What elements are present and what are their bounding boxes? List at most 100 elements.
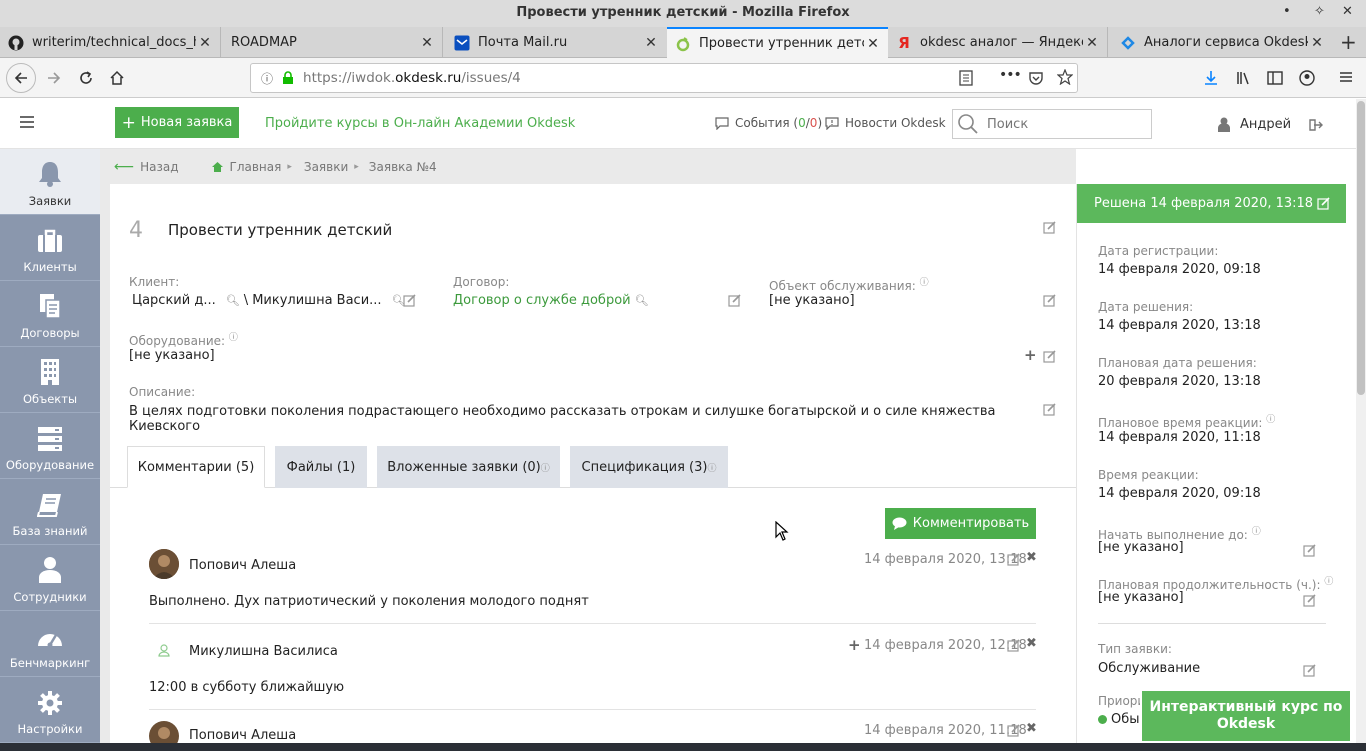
field-label: Плановая дата решения:	[1098, 356, 1257, 370]
hamburger-icon[interactable]	[19, 115, 35, 129]
academy-link[interactable]: Пройдите курсы в Он-лайн Академии Okdesk	[265, 116, 575, 131]
comment-author[interactable]: Попович Алеша	[189, 558, 296, 573]
new-tab-button[interactable]: +	[1340, 30, 1357, 54]
edit-icon[interactable]	[1043, 294, 1056, 307]
edit-icon[interactable]	[1007, 553, 1020, 566]
close-tab-icon[interactable]: ✕	[864, 36, 882, 52]
sidebar-toggle-icon[interactable]	[1267, 70, 1283, 86]
sidebar-item-benchmarking[interactable]: Бенчмаркинг	[0, 611, 100, 677]
pocket-icon[interactable]	[1028, 70, 1044, 86]
sidebar-item-equipment[interactable]: Оборудование	[0, 413, 100, 479]
sidebar-item-settings[interactable]: Настройки	[0, 677, 100, 743]
breadcrumb-home[interactable]: Главная	[230, 160, 282, 174]
menu-icon[interactable]	[1338, 69, 1354, 85]
client-value: Царский д... 🔍︎ \ Микулишна Васи... 🔍︎	[132, 293, 406, 308]
events-link[interactable]: События (0/0)	[715, 116, 822, 130]
edit-icon[interactable]	[1303, 664, 1316, 677]
search-box[interactable]	[952, 109, 1152, 139]
edit-icon[interactable]	[1303, 594, 1316, 607]
comment-author[interactable]: Попович Алеша	[189, 728, 296, 743]
breadcrumb-tickets[interactable]: Заявки	[304, 160, 348, 174]
close-tab-icon[interactable]: ✕	[1083, 35, 1101, 51]
zoom-icon[interactable]: 🔍︎	[226, 294, 240, 307]
user-menu[interactable]: Андрей	[1218, 117, 1324, 132]
search-input[interactable]	[987, 116, 1137, 132]
edit-icon[interactable]	[1043, 403, 1056, 416]
sidebar-item-tickets[interactable]: Заявки	[0, 149, 100, 215]
tab-specification[interactable]: Спецификация (3) ⓘ	[570, 446, 728, 488]
address-bar[interactable]: ⓘ https://iwdok.okdesk.ru/issues/4 •••	[250, 63, 1078, 93]
sidebar-item-objects[interactable]: Объекты	[0, 347, 100, 413]
field-label: Время реакции:	[1098, 468, 1199, 482]
breadcrumb-back[interactable]: Назад	[140, 160, 178, 174]
sidebar-item-contracts[interactable]: Договоры	[0, 281, 100, 347]
add-comment-button[interactable]: Комментировать	[885, 508, 1036, 539]
issue-number: 4	[129, 218, 143, 243]
info-icon[interactable]: ⓘ	[261, 70, 273, 87]
comment-author[interactable]: Микулишна Василиса	[189, 644, 338, 659]
edit-icon[interactable]	[728, 294, 741, 307]
new-ticket-button[interactable]: + Новая заявка	[115, 107, 239, 138]
interactive-course-banner[interactable]: Интерактивный курс по Okdesk	[1140, 689, 1352, 743]
browser-tab-active[interactable]: Провести утренник детск ✕	[667, 27, 888, 58]
download-icon[interactable]	[1203, 70, 1219, 86]
edit-icon[interactable]	[1303, 544, 1316, 557]
close-tab-icon[interactable]: ✕	[1308, 35, 1326, 51]
chevron-right-icon: ▸	[354, 161, 359, 172]
browser-tab[interactable]: ROADMAP ✕	[221, 27, 443, 58]
bookmark-star-icon[interactable]	[1057, 69, 1073, 85]
delete-icon[interactable]: ✖	[1026, 721, 1036, 736]
home-button[interactable]	[103, 64, 131, 92]
add-icon[interactable]: +	[1024, 346, 1037, 364]
close-window-button[interactable]: ✕	[1342, 4, 1353, 19]
contract-link[interactable]: Договор о службе доброй	[453, 293, 631, 308]
sidebar-item-knowledge-base[interactable]: База знаний	[0, 479, 100, 545]
tab-files[interactable]: Файлы (1)	[275, 446, 367, 488]
edit-icon[interactable]	[1007, 724, 1020, 737]
field-label: Дата регистрации:	[1098, 244, 1219, 258]
sidebar-item-clients[interactable]: Клиенты	[0, 215, 100, 281]
zoom-icon[interactable]: 🔍︎	[635, 294, 649, 307]
tab-subtasks[interactable]: Вложенные заявки (0) ⓘ	[377, 446, 560, 488]
client-contact-link[interactable]: \ Микулишна Васи...	[244, 293, 382, 308]
close-tab-icon[interactable]: ✕	[196, 35, 214, 51]
browser-tab[interactable]: Почта Mail.ru ✕	[446, 27, 666, 58]
forward-button[interactable]	[40, 64, 68, 92]
planned-reaction-time: 14 февраля 2020, 11:18	[1098, 430, 1261, 445]
delete-icon[interactable]: ✖	[1026, 550, 1037, 565]
plus-icon[interactable]: +	[848, 636, 861, 654]
edit-icon[interactable]	[1007, 639, 1020, 652]
reader-view-icon[interactable]	[959, 70, 973, 86]
close-tab-icon[interactable]: ✕	[418, 35, 436, 51]
sidebar-item-employees[interactable]: Сотрудники	[0, 545, 100, 611]
account-icon[interactable]	[1299, 70, 1315, 86]
restore-button[interactable]: ✧	[1314, 4, 1325, 19]
scrollbar-thumb[interactable]	[1357, 101, 1365, 395]
edit-icon[interactable]	[1317, 197, 1330, 210]
tab-comments[interactable]: Комментарии (5)	[127, 446, 265, 488]
library-icon[interactable]	[1236, 70, 1252, 86]
more-actions-icon[interactable]: •••	[999, 67, 1022, 83]
gauge-icon	[38, 634, 62, 648]
logout-icon[interactable]	[1309, 118, 1324, 131]
chat-icon	[715, 116, 729, 130]
back-button[interactable]	[6, 63, 36, 93]
browser-tab[interactable]: Я okdesc аналог — Яндекс: ✕	[888, 27, 1108, 58]
client-company-link[interactable]: Царский д...	[132, 293, 216, 308]
issue-details-panel: Решена 14 февраля 2020, 13:18 Дата регис…	[1076, 184, 1356, 743]
delete-icon[interactable]: ✖	[1026, 636, 1037, 651]
minimize-button[interactable]: •	[1283, 4, 1291, 19]
comment-date: 14 февраля 2020, 11:18	[864, 723, 1027, 738]
home-icon	[110, 70, 124, 85]
edit-icon[interactable]	[1043, 350, 1056, 363]
reload-button[interactable]	[72, 64, 100, 92]
avatar	[149, 549, 179, 579]
comment-item: Попович Алеша 14 февраля 2020, 11:18 ✖	[149, 719, 1036, 743]
edit-icon[interactable]	[403, 294, 416, 307]
news-link[interactable]: Новости Okdesk	[825, 116, 946, 130]
browser-tab[interactable]: Аналоги сервиса Okdesk ✕	[1112, 27, 1332, 58]
bell-icon	[39, 162, 61, 187]
browser-tab[interactable]: writerim/technical_docs_h ✕	[0, 27, 221, 58]
close-tab-icon[interactable]: ✕	[642, 35, 660, 51]
edit-icon[interactable]	[1043, 221, 1056, 234]
